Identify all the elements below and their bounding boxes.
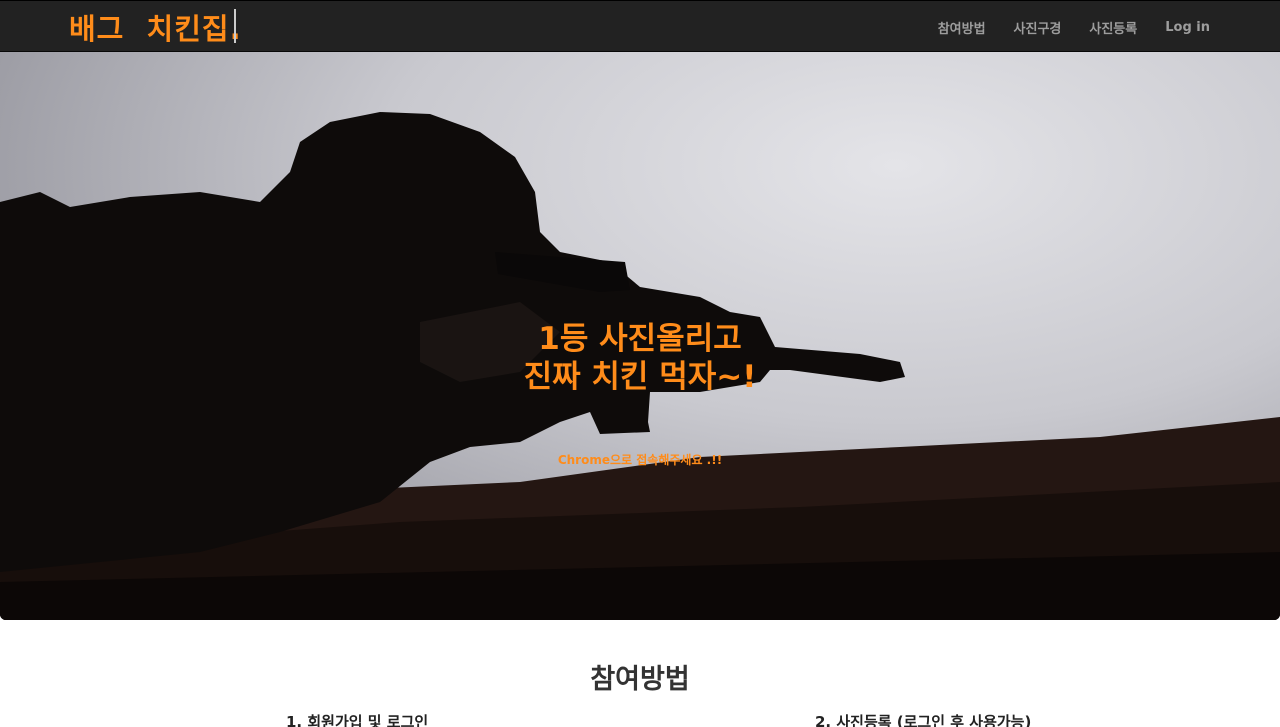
step-photo-upload: 2. 사진등록 (로그인 후 사용가능) bbox=[815, 713, 1032, 727]
nav-link-upload-photo[interactable]: 사진등록 bbox=[1089, 18, 1137, 37]
text-cursor bbox=[234, 9, 236, 43]
nav-link-login[interactable]: Log in bbox=[1165, 20, 1210, 35]
hero-headline-line2: 진짜 치킨 먹자~! bbox=[523, 359, 757, 395]
hero-headline-line1: 1등 사진올리고 bbox=[538, 321, 742, 357]
nav-link-gallery[interactable]: 사진구경 bbox=[1014, 18, 1062, 37]
top-navbar: 배그 치킨집. 참여방법 사진구경 사진등록 Log in bbox=[0, 0, 1280, 52]
nav-link-how-to-join[interactable]: 참여방법 bbox=[938, 18, 986, 37]
hero-banner: 1등 사진올리고 진짜 치킨 먹자~! Chrome으로 접속해주세요 .!! bbox=[0, 52, 1280, 620]
browser-notice: Chrome으로 접속해주세요 .!! bbox=[557, 453, 723, 467]
section-title-how-to-join: 참여방법 bbox=[590, 664, 690, 695]
hero-headline: 1등 사진올리고 진짜 치킨 먹자~! bbox=[0, 320, 1280, 396]
step-signup-login: 1. 회원가입 및 로그인 bbox=[286, 713, 429, 727]
brand-logo[interactable]: 배그 치킨집. bbox=[69, 6, 242, 46]
nav-links: 참여방법 사진구경 사진등록 Log in bbox=[910, 1, 1210, 53]
